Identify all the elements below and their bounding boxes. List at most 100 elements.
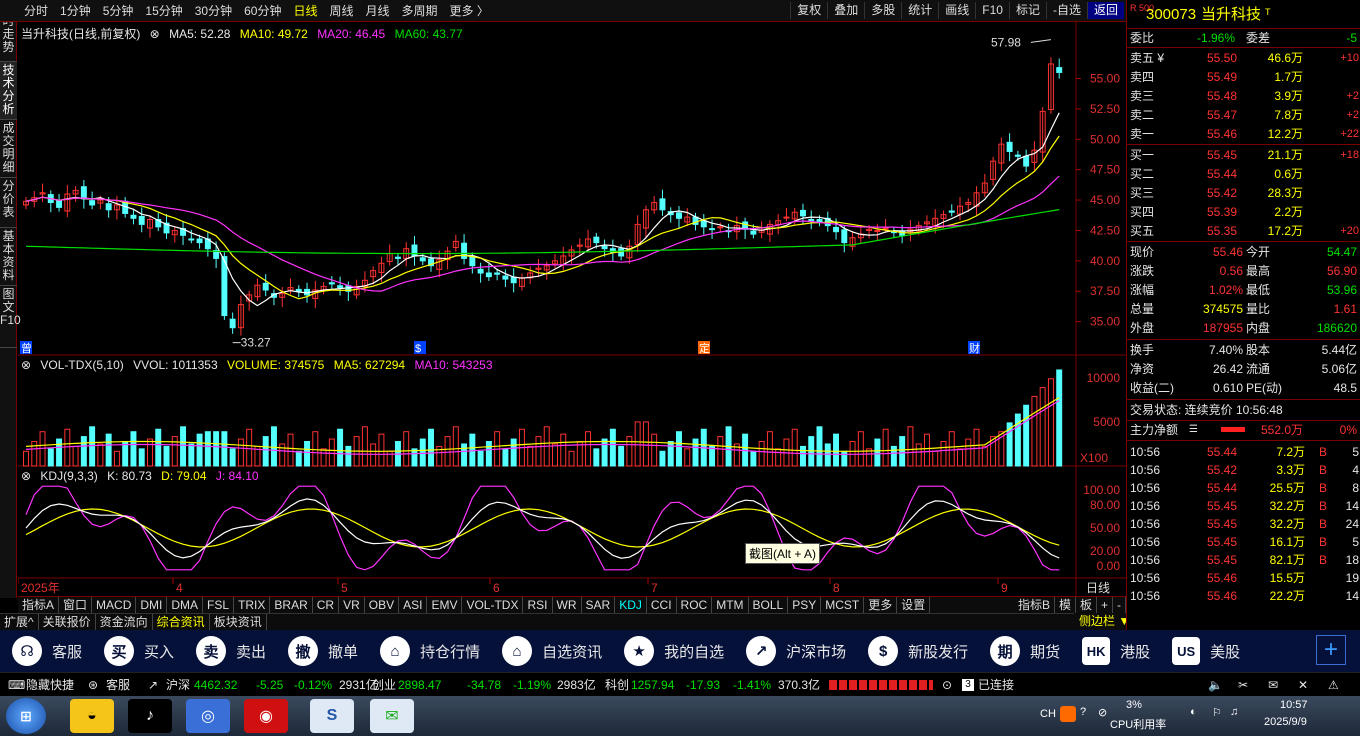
toolbar-button[interactable]: F10 (975, 2, 1009, 19)
indicator-right-tab[interactable]: 指标B (1014, 597, 1055, 613)
asks-row[interactable]: 卖五 ¥55.50 46.6万 +10 (1127, 49, 1360, 67)
network-icon[interactable]: ◐ (1190, 706, 1197, 718)
indicator-tab[interactable]: TRIX (234, 597, 271, 613)
action-us-button[interactable]: US 美股 (1172, 636, 1240, 666)
taskbar-app-3-icon[interactable]: ◎ (186, 699, 230, 733)
indicator-tab[interactable]: DMI (136, 597, 168, 613)
message-icon[interactable]: ✉ (1268, 673, 1278, 697)
tab-trade-detail[interactable]: 成交明细 (0, 120, 17, 178)
bids-row[interactable]: 买三 55.42 28.3万 (1127, 184, 1360, 202)
bids-row[interactable]: 买二 55.44 0.6万 (1127, 165, 1360, 183)
toolbar-button[interactable]: 多股 (864, 2, 901, 19)
period-tab[interactable]: 日线 (287, 3, 323, 19)
legend-toggle-icon[interactable]: ⊗ (150, 27, 160, 41)
indicator-tab[interactable]: FSL (203, 597, 235, 613)
indicator-tab[interactable]: MTM (712, 597, 749, 613)
indicator-tab[interactable]: PSY (788, 597, 822, 613)
start-button[interactable]: ⊞ (6, 698, 46, 734)
wechat-icon[interactable]: ✉ (370, 699, 414, 733)
pin-icon[interactable]: ✕ (1298, 673, 1308, 697)
indicator-tab[interactable]: RSI (523, 597, 553, 613)
indicator-tab[interactable]: CCI (647, 597, 677, 613)
tab-basic-info[interactable]: 基本资料 (0, 228, 17, 286)
service-icon[interactable]: ⊛ (88, 673, 98, 697)
shield-icon[interactable]: ⊘ (1098, 706, 1107, 719)
indicator-tab[interactable]: DMA (167, 597, 204, 613)
action-market-button[interactable]: ↗ 沪深市场 (746, 636, 846, 666)
period-tab[interactable]: 更多 〉 (444, 3, 495, 19)
bids-row[interactable]: 买四 55.39 2.2万 (1127, 203, 1360, 221)
action-cancel-button[interactable]: 撤撤单 (288, 636, 358, 666)
action-buy-button[interactable]: 买买入 (104, 636, 174, 666)
alarm-icon[interactable]: ⚠ (1328, 673, 1339, 697)
tab-f10[interactable]: 图文F10 (0, 286, 21, 348)
toolbar-button[interactable]: 复权 (790, 2, 827, 19)
indicator-tab[interactable]: CR (313, 597, 340, 613)
toolbar-button[interactable]: 返回 (1086, 2, 1124, 19)
asks-row[interactable]: 卖四 55.49 1.7万 (1127, 68, 1360, 86)
action-headset-button[interactable]: ☊ 客服 (12, 636, 82, 666)
kline-svg[interactable]: 55.0052.5050.0047.5045.0042.5040.0037.50… (18, 22, 1126, 596)
asks-row[interactable]: 卖一 55.46 12.2万 +22 (1127, 125, 1360, 143)
toolbar-button[interactable]: 统计 (901, 2, 938, 19)
action-hk-button[interactable]: HK 港股 (1082, 636, 1150, 666)
period-tab[interactable]: 多周期 (396, 3, 444, 19)
indicator-tab[interactable]: SAR (582, 597, 616, 613)
period-tab[interactable]: 60分钟 (238, 3, 287, 19)
indicator-tab[interactable]: VOL-TDX (462, 597, 524, 613)
info-tab[interactable]: 综合资讯 (153, 614, 210, 630)
sogou-icon[interactable] (1060, 706, 1076, 722)
clock-date[interactable]: 2025/9/9 (1264, 716, 1307, 728)
indicator-tab[interactable]: BOLL (749, 597, 789, 613)
indicator-tab[interactable]: ASI (399, 597, 428, 613)
info-tab[interactable]: 扩展^ (0, 614, 39, 630)
indicator-right-tab[interactable]: - (1113, 597, 1126, 613)
period-tab[interactable]: 周线 (323, 3, 359, 19)
indicator-tab[interactable]: 指标A (18, 597, 60, 613)
flag-icon[interactable]: ⚐ (1212, 706, 1222, 719)
indicator-right-tab[interactable]: 模 (1055, 597, 1076, 613)
tools-icon[interactable]: ✂ (1238, 673, 1248, 697)
volume-icon[interactable]: 🔈 (1208, 673, 1223, 697)
asks-row[interactable]: 卖二 55.47 7.8万 +2 (1127, 106, 1360, 124)
indicator-right-tab[interactable]: + (1097, 597, 1113, 613)
indicator-right-tab[interactable]: 板 (1076, 597, 1097, 613)
action-news-button[interactable]: ⌂ 自选资讯 (502, 636, 602, 666)
bids-row[interactable]: 买一 55.45 21.1万 +18 (1127, 146, 1360, 164)
expand-icon[interactable]: ☰ (1189, 421, 1198, 439)
period-tab[interactable]: 月线 (360, 3, 396, 19)
tab-price-table[interactable]: 分价表 (0, 178, 17, 228)
help-icon[interactable]: ? (1080, 706, 1086, 718)
period-tab[interactable]: 30分钟 (189, 3, 238, 19)
volume-toggle-icon[interactable]: ⊗ (21, 358, 31, 372)
toolbar-button[interactable]: 标记 (1008, 2, 1046, 19)
add-button[interactable]: + (1316, 635, 1346, 665)
indicator-tab[interactable]: VR (339, 597, 365, 613)
action-futures-button[interactable]: 期期货 (990, 636, 1060, 666)
toolbar-button[interactable]: -自选 (1045, 2, 1087, 19)
period-tab[interactable]: 分时 (18, 3, 54, 19)
indicator-tab[interactable]: ROC (677, 597, 713, 613)
kdj-toggle-icon[interactable]: ⊗ (21, 469, 31, 483)
clock-time[interactable]: 10:57 (1280, 699, 1308, 711)
period-tab[interactable]: 1分钟 (54, 3, 97, 19)
info-tab[interactable]: 板块资讯 (210, 614, 267, 630)
action-star-button[interactable]: ★ 我的自选 (624, 636, 724, 666)
tab-technical[interactable]: 技术分析 (0, 62, 17, 120)
info-tab[interactable]: 资金流向 (96, 614, 153, 630)
toolbar-button[interactable]: 叠加 (827, 2, 864, 19)
indicator-tab[interactable]: EMV (427, 597, 463, 613)
asks-row[interactable]: 卖三 55.48 3.9万 +2 (1127, 87, 1360, 105)
info-tab[interactable]: 关联报价 (39, 614, 96, 630)
indicator-tab[interactable]: 设置 (897, 597, 931, 613)
kline-chart-area[interactable]: 55.00 52.50 50.00 47.50 45.00 42.50 40.00 37.50… (18, 22, 1126, 598)
action-sell-button[interactable]: 卖卖出 (196, 636, 266, 666)
taskbar-app-5-icon[interactable]: S (310, 699, 354, 733)
service-link[interactable]: 客服 (106, 673, 130, 697)
indicator-tab[interactable]: MCST (821, 597, 865, 613)
hide-shortcut[interactable]: 隐藏快捷 (26, 673, 74, 697)
period-tab[interactable]: 5分钟 (97, 3, 140, 19)
period-tab[interactable]: 15分钟 (139, 3, 188, 19)
indicator-tab[interactable]: OBV (365, 597, 400, 613)
speaker-icon[interactable]: ♫ (1230, 706, 1238, 718)
